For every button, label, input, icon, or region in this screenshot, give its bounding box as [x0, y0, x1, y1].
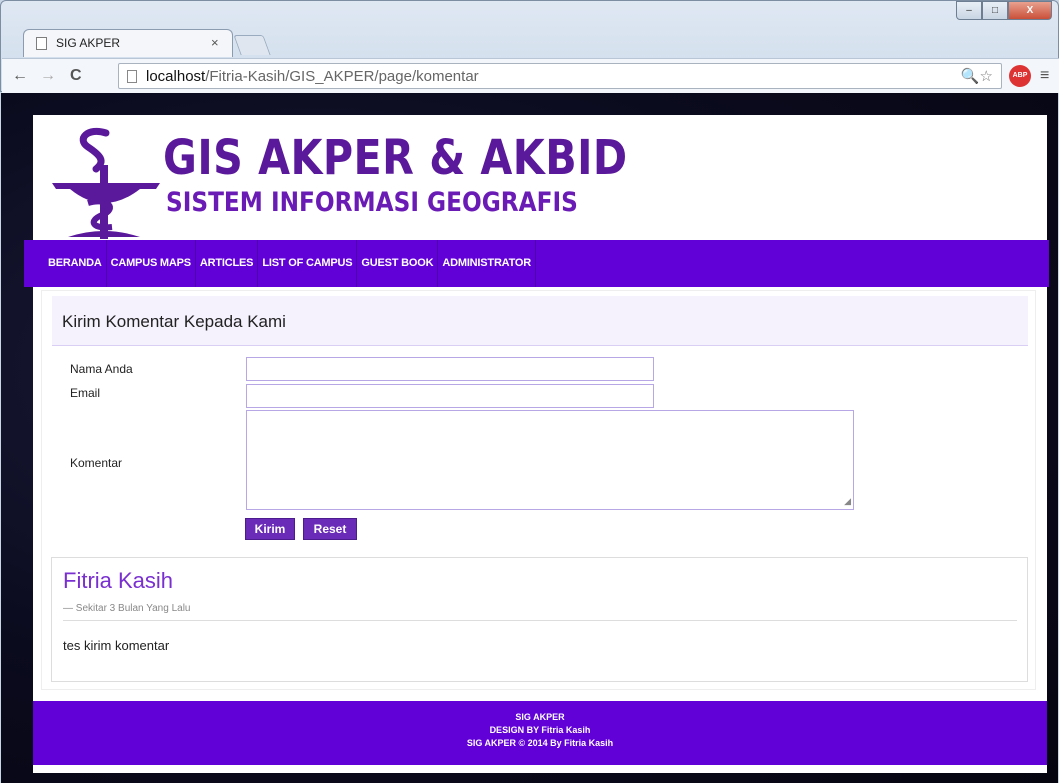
reload-icon[interactable]: C — [70, 67, 82, 85]
submit-button[interactable]: Kirim — [245, 518, 295, 540]
comment-label: Komentar — [70, 456, 123, 470]
nav-item-beranda[interactable]: BERANDA — [44, 240, 107, 287]
nav-item-guest-book[interactable]: GUEST BOOK — [357, 240, 439, 287]
comment-author: Fitria Kasih — [63, 568, 174, 593]
footer: SIG AKPER DESIGN BY Fitria Kasih SIG AKP… — [33, 701, 1047, 765]
url-text: localhost/Fitria-Kasih/GIS_AKPER/page/ko… — [146, 68, 479, 85]
comment-text: tes kirim komentar — [63, 638, 170, 653]
form-heading: Kirim Komentar Kepada Kami — [62, 312, 286, 331]
comment-divider — [63, 620, 1017, 621]
nav-item-administrator[interactable]: ADMINISTRATOR — [438, 240, 537, 287]
form-header: Kirim Komentar Kepada Kami — [52, 296, 1028, 346]
forward-arrow-icon[interactable]: → — [40, 67, 56, 85]
nav-item-articles[interactable]: ARTICLES — [196, 240, 259, 287]
caduceus-icon — [52, 128, 160, 239]
minimize-button[interactable]: ‒ — [956, 1, 982, 20]
browser-toolbar: ← → C localhost/Fitria-Kasih/GIS_AKPER/p… — [2, 58, 1059, 93]
comment-entry: Fitria Kasih — Sekitar 3 Bulan Yang Lalu… — [51, 557, 1028, 682]
reset-button[interactable]: Reset — [303, 518, 357, 540]
chrome-menu-icon[interactable]: ≡ — [1040, 67, 1049, 85]
nav-item-campus-maps[interactable]: CAMPUS MAPS — [107, 240, 196, 287]
email-label: Email — [70, 386, 101, 400]
url-path: /Fitria-Kasih/GIS_AKPER/page/komentar — [205, 68, 479, 85]
site-title: GIS AKPER & AKBID — [163, 130, 628, 186]
email-input[interactable] — [246, 384, 654, 408]
name-label: Nama Anda — [70, 362, 133, 376]
address-bar[interactable]: localhost/Fitria-Kasih/GIS_AKPER/page/ko… — [118, 63, 1002, 89]
close-window-button[interactable]: X — [1008, 1, 1052, 20]
page-icon — [36, 37, 47, 50]
browser-window: SIG AKPER × ‒ □ X ← → C localhost/Fitria… — [0, 0, 1059, 93]
comment-time: — Sekitar 3 Bulan Yang Lalu — [63, 603, 191, 614]
new-tab-button[interactable] — [233, 35, 271, 55]
maximize-button[interactable]: □ — [982, 1, 1008, 20]
tab-title: SIG AKPER — [56, 36, 121, 50]
footer-site-name: SIG AKPER — [515, 712, 565, 722]
resize-grip-icon[interactable]: ◢ — [844, 496, 851, 507]
name-input[interactable] — [246, 357, 654, 381]
adblock-icon[interactable]: ABP — [1009, 65, 1031, 87]
page-icon — [127, 70, 137, 83]
nav-item-list-of-campus[interactable]: LIST OF CAMPUS — [258, 240, 358, 287]
footer-copyright: SIG AKPER © 2014 By Fitria Kasih — [466, 738, 614, 748]
main-nav: BERANDA CAMPUS MAPS ARTICLES LIST OF CAM… — [24, 240, 1049, 287]
tab-close-icon[interactable]: × — [211, 35, 219, 50]
footer-design-credit: DESIGN BY Fitria Kasih — [489, 725, 591, 735]
site-subtitle: SISTEM INFORMASI GEOGRAFIS — [166, 187, 578, 218]
zoom-bookmark-star-icon[interactable]: 🔍☆ — [961, 67, 993, 85]
browser-tab[interactable]: SIG AKPER × — [23, 29, 233, 57]
url-host: localhost — [146, 68, 206, 85]
window-controls: ‒ □ X — [956, 1, 1052, 21]
back-arrow-icon[interactable]: ← — [12, 67, 28, 85]
comment-textarea[interactable]: ◢ — [246, 410, 854, 510]
